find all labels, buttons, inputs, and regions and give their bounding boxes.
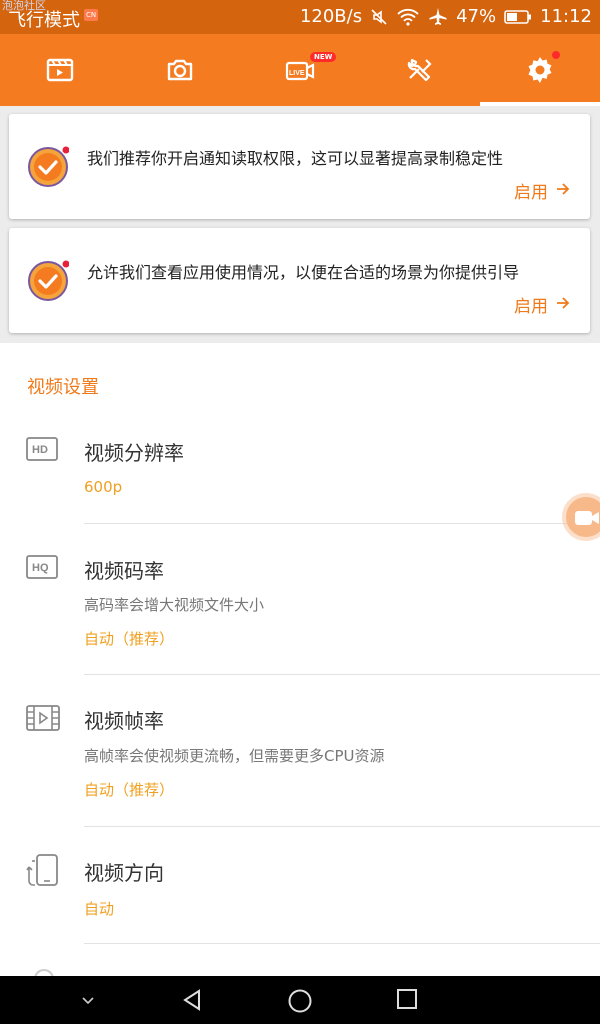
svg-text:HD: HD bbox=[32, 444, 48, 456]
settings-list: 视频设置 HD 视频分辨率 600p HQ 视频码率 高码率会增大视频文件大小 … bbox=[0, 343, 600, 989]
enable-label: 启用 bbox=[514, 183, 548, 203]
mute-icon bbox=[370, 8, 388, 26]
tab-bar: LIVE NEW bbox=[0, 34, 600, 106]
back-icon[interactable] bbox=[180, 988, 204, 1016]
tab-settings[interactable] bbox=[480, 34, 600, 106]
status-bar: 泡泡社区 飞行模式 CN 120B/s 47% 11:12 bbox=[0, 0, 600, 34]
battery-icon bbox=[504, 9, 532, 25]
card-message: 我们推荐你开启通知读取权限，这可以显著提高录制稳定性 bbox=[87, 149, 504, 168]
section-title: 视频设置 bbox=[27, 377, 99, 398]
setting-value: 自动（推荐） bbox=[84, 630, 175, 648]
setting-title: 视频分辨率 bbox=[84, 441, 184, 465]
setting-title: 视频帧率 bbox=[84, 709, 164, 733]
tab-live[interactable]: LIVE NEW bbox=[240, 34, 360, 106]
airplane-icon bbox=[428, 7, 448, 27]
enable-usage-button[interactable]: 启用 bbox=[514, 292, 570, 317]
setting-title: 视频方向 bbox=[84, 861, 164, 885]
home-icon[interactable] bbox=[287, 988, 313, 1018]
recents-icon[interactable] bbox=[396, 988, 418, 1014]
video-camera-icon bbox=[574, 509, 600, 531]
setting-value: 600p bbox=[84, 478, 123, 496]
camera-icon bbox=[166, 57, 194, 83]
collapse-icon[interactable] bbox=[80, 992, 96, 1012]
check-badge-icon bbox=[27, 146, 70, 188]
divider bbox=[84, 523, 600, 524]
new-badge: NEW bbox=[310, 52, 337, 62]
enable-notification-button[interactable]: 启用 bbox=[514, 178, 570, 203]
system-nav-bar bbox=[0, 976, 600, 1024]
floating-record-button[interactable] bbox=[566, 497, 600, 537]
tools-icon bbox=[406, 56, 434, 84]
divider bbox=[84, 674, 600, 675]
gear-icon bbox=[525, 55, 555, 85]
hq-icon: HQ bbox=[26, 555, 58, 583]
divider bbox=[84, 943, 600, 944]
check-badge-icon bbox=[27, 260, 70, 302]
settings-notification-dot bbox=[552, 51, 560, 59]
battery-percent: 47% bbox=[456, 6, 497, 27]
active-tab-indicator bbox=[480, 102, 600, 106]
setting-value: 自动 bbox=[84, 900, 115, 918]
setting-subtitle: 高码率会增大视频文件大小 bbox=[84, 596, 265, 614]
tab-videos[interactable] bbox=[0, 34, 120, 106]
net-speed: 120B/s bbox=[299, 6, 363, 27]
arrow-right-icon bbox=[556, 181, 570, 201]
arrow-right-icon bbox=[556, 295, 570, 315]
tab-screenshots[interactable] bbox=[120, 34, 240, 106]
film-icon bbox=[26, 705, 60, 735]
live-icon: LIVE bbox=[285, 57, 315, 83]
setting-value: 自动（推荐） bbox=[84, 781, 175, 799]
clock: 11:12 bbox=[540, 6, 592, 27]
enable-label: 启用 bbox=[514, 297, 548, 317]
tab-tools[interactable] bbox=[360, 34, 480, 106]
region-badge: CN bbox=[84, 9, 98, 21]
video-list-icon bbox=[46, 57, 74, 83]
wifi-icon bbox=[396, 8, 420, 26]
divider bbox=[84, 826, 600, 827]
svg-text:HQ: HQ bbox=[32, 562, 49, 574]
svg-text:LIVE: LIVE bbox=[289, 70, 305, 77]
usage-access-card: 允许我们查看应用使用情况，以便在合适的场景为你提供引导 启用 bbox=[9, 228, 590, 333]
card-message: 允许我们查看应用使用情况，以便在合适的场景为你提供引导 bbox=[87, 263, 520, 282]
setting-title: 视频码率 bbox=[84, 559, 164, 583]
airplane-mode-label: 飞行模式 bbox=[8, 10, 80, 31]
hd-icon: HD bbox=[26, 437, 58, 465]
setting-subtitle: 高帧率会使视频更流畅，但需要更多CPU资源 bbox=[84, 747, 385, 765]
notification-permission-card: 我们推荐你开启通知读取权限，这可以显著提高录制稳定性 启用 bbox=[9, 114, 590, 219]
orientation-icon bbox=[26, 853, 60, 893]
